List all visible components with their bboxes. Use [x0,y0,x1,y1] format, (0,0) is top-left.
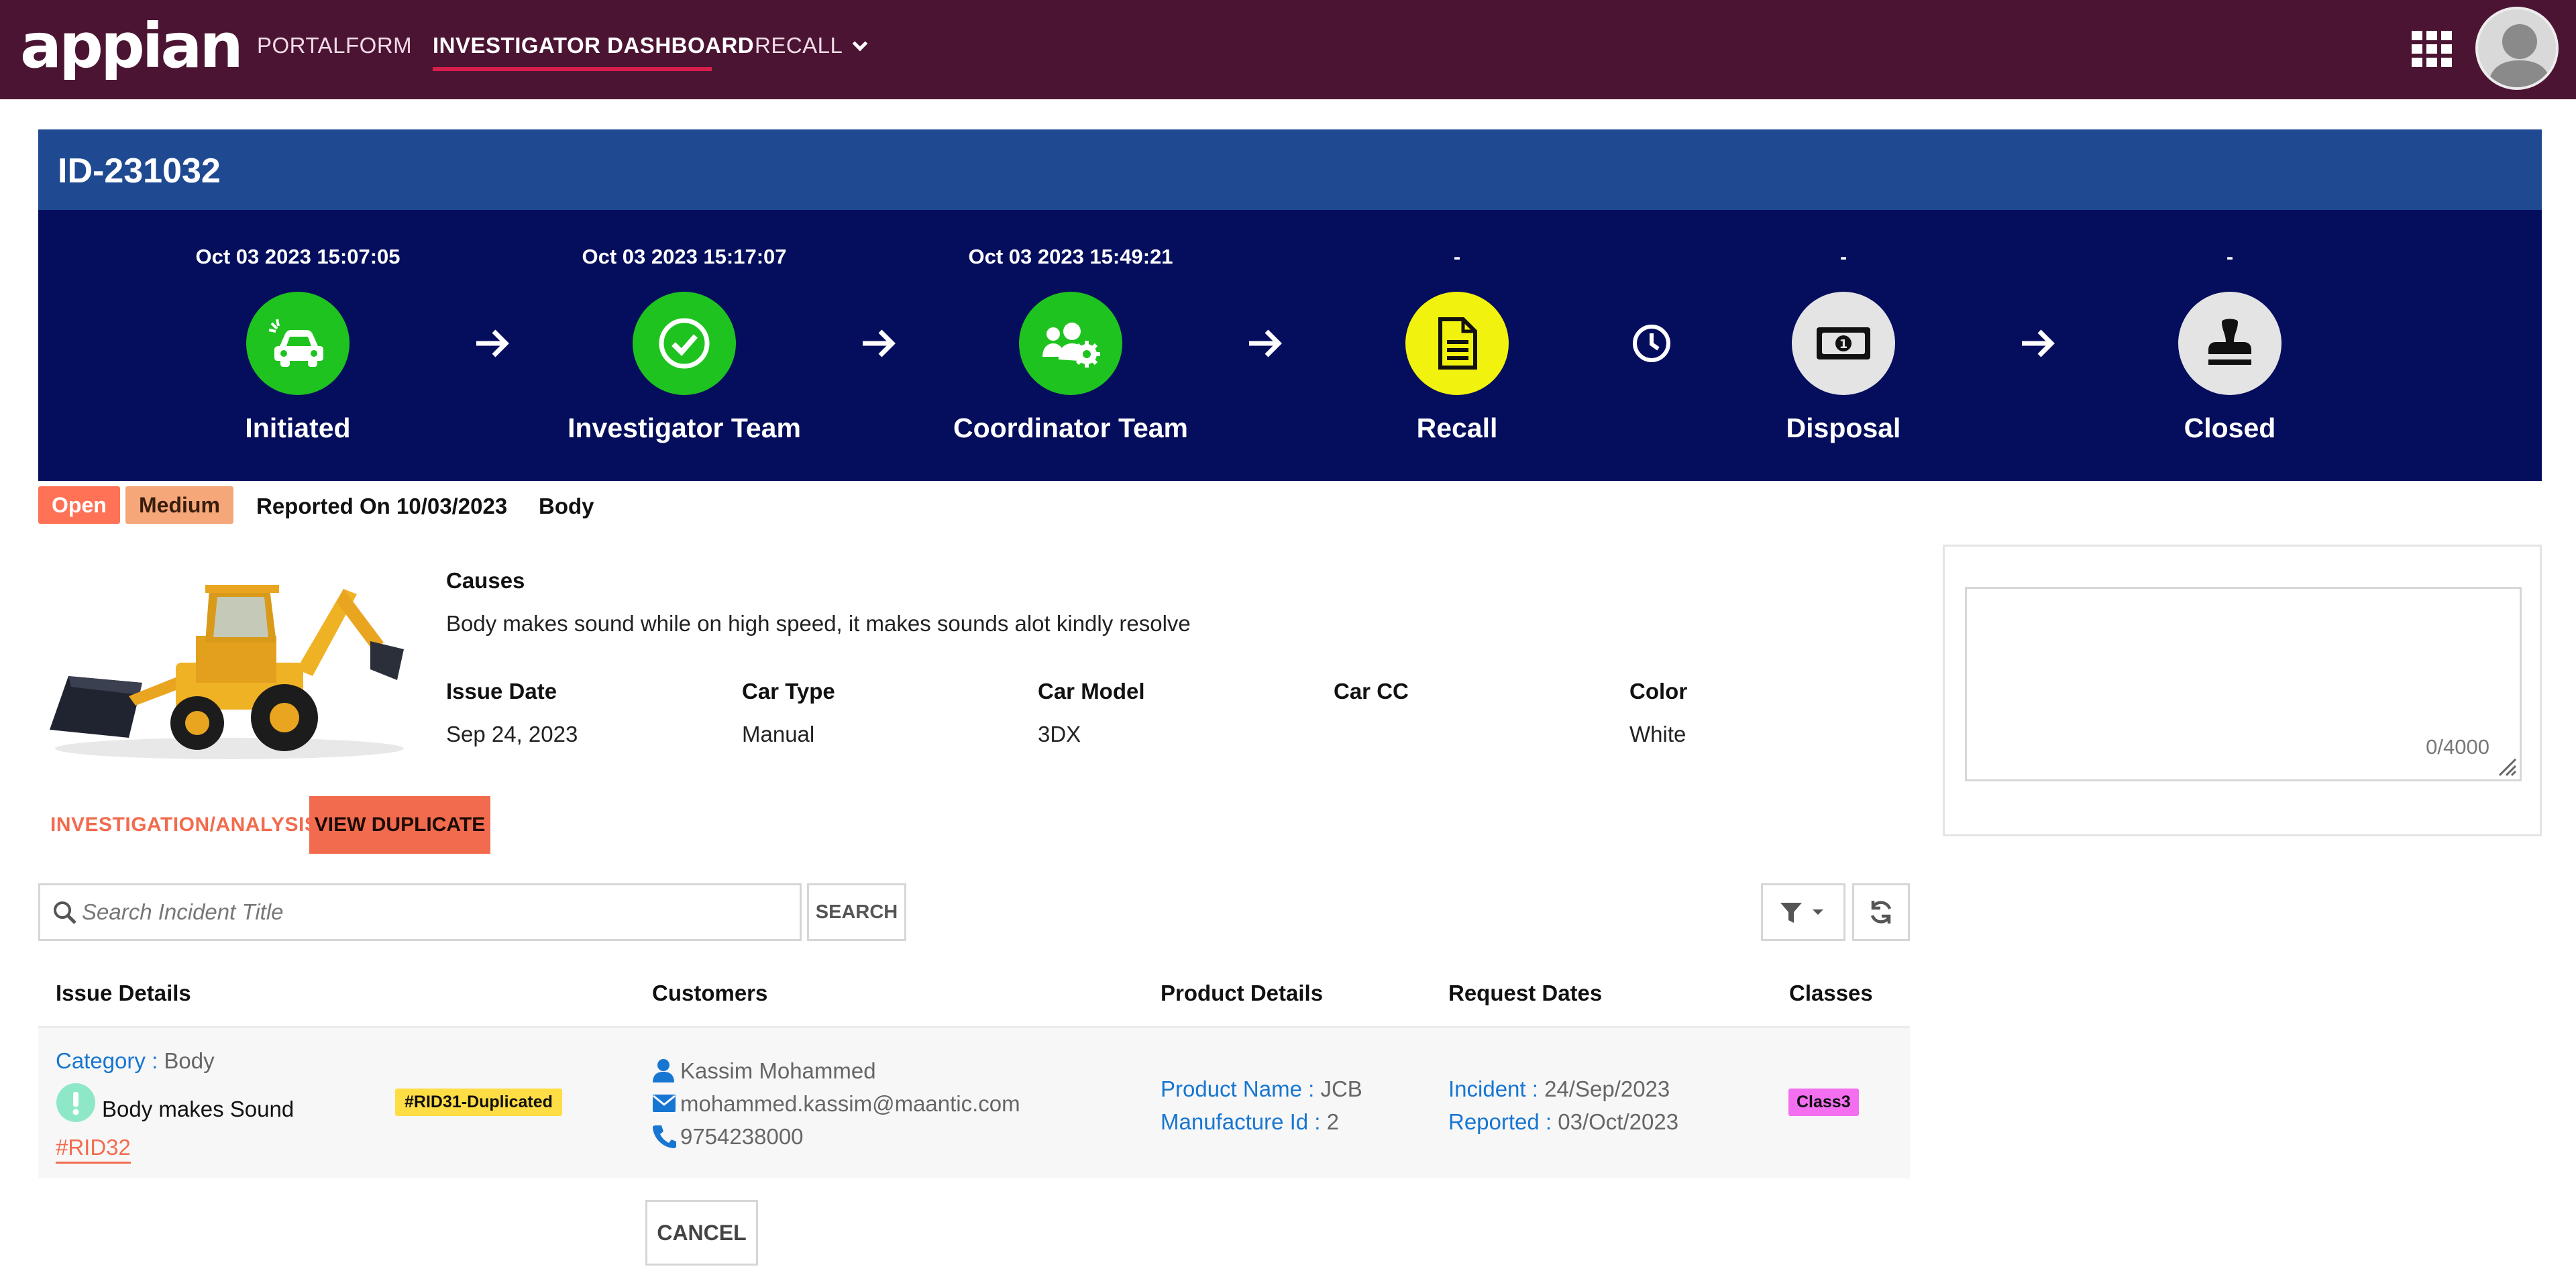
manufacture-id-value: 2 [1326,1109,1339,1134]
step-label: Coordinator Team [953,412,1189,443]
search-field[interactable] [38,883,802,941]
stamp-icon [2178,292,2282,395]
backhoe-loader-image [50,585,404,759]
step-date: - [1453,245,1461,268]
step-date: Oct 03 2023 15:17:07 [582,245,787,268]
car-cc-label: Car CC [1334,679,1409,704]
manufacture-id-label: Manufacture Id : [1161,1109,1321,1134]
document-icon [1405,292,1509,395]
view-duplicate-button[interactable]: VIEW DUPLICATE [309,796,490,854]
issue-date-label: Issue Date [446,679,557,704]
step-date: - [1839,245,1847,268]
reported-date-value: 03/Oct/2023 [1558,1109,1679,1134]
manufacture-id-field: Manufacture Id : 2 [1161,1109,1339,1135]
step-label: Closed [2184,412,2276,443]
incident-date-label: Incident : [1448,1076,1538,1101]
arrow-right-icon [2022,329,2055,357]
step-label: Disposal [1786,412,1901,443]
step-date: - [2226,245,2234,268]
causes-value: Body makes sound while on high speed, it… [446,611,1191,636]
step-date: Oct 03 2023 15:49:21 [968,245,1173,268]
svg-text:1: 1 [1839,337,1848,351]
reported-date: Reported On 10/03/2023 [256,494,508,518]
check-circle-icon [633,292,736,395]
incident-date-field: Incident : 24/Sep/2023 [1448,1076,1670,1102]
active-nav-indicator [433,67,712,71]
color-label: Color [1629,679,1688,704]
cancel-button[interactable]: CANCEL [645,1200,758,1266]
arrow-right-icon [476,329,509,357]
column-header-customers[interactable]: Customers [652,981,767,1006]
record-id: ID-231032 [58,152,221,190]
refresh-button[interactable] [1852,883,1910,941]
clock-icon [1633,325,1670,362]
step-date: Oct 03 2023 15:07:05 [195,245,400,268]
category-text: Body [539,494,594,518]
step-label: Investigator Team [568,412,801,443]
car-model-value: 3DX [1038,722,1081,746]
category-field-label: Category : [56,1048,158,1073]
duplicate-tag: #RID31-Duplicated [395,1089,562,1116]
search-icon [54,901,76,924]
customer-email: mohammed.kassim@maantic.com [680,1091,1020,1116]
money-icon: 1 [1792,292,1895,395]
car-type-value: Manual [742,722,815,746]
search-button[interactable]: SEARCH [807,883,906,941]
comment-textarea[interactable]: 0/4000 [1965,587,2522,781]
causes-label: Causes [446,568,525,593]
user-icon [653,1059,674,1082]
nav-recall-label: RECALL [755,33,843,58]
category-field-value: Body [164,1048,215,1073]
search-input[interactable] [82,895,793,930]
column-header-issue-details[interactable]: Issue Details [56,981,191,1006]
user-avatar[interactable] [2475,7,2559,90]
step-label: Initiated [245,412,351,443]
product-name-label: Product Name : [1161,1076,1315,1101]
customer-phone: 9754238000 [680,1124,804,1149]
column-header-product-details[interactable]: Product Details [1161,981,1323,1006]
filter-button[interactable] [1761,883,1845,941]
phone-icon [653,1125,676,1148]
comment-card: 0/4000 [1943,545,2542,836]
column-header-request-dates[interactable]: Request Dates [1448,981,1602,1006]
incident-date-value: 24/Sep/2023 [1544,1076,1670,1101]
refresh-icon [1870,901,1892,924]
nav-investigator-dashboard[interactable]: INVESTIGATOR DASHBOARD [433,31,754,60]
issue-date-value: Sep 24, 2023 [446,722,578,746]
customer-name: Kassim Mohammed [680,1058,876,1083]
car-crash-icon [246,292,350,395]
record-header: ID-231032 [38,129,2542,210]
category-field: Category : Body [56,1048,215,1074]
rid-link[interactable]: #RID32 [56,1135,131,1164]
status-badge: Open [38,486,120,524]
app-grid-icon[interactable] [2412,31,2452,67]
top-navigation-bar: appian PORTALFORM INVESTIGATOR DASHBOARD… [0,0,2576,99]
reported-date-label: Reported : [1448,1109,1552,1134]
car-type-label: Car Type [742,679,835,704]
tab-investigation-analysis[interactable]: INVESTIGATION/ANALYSIS [50,814,318,836]
character-counter: 0/4000 [2426,735,2489,759]
resize-handle-icon[interactable] [2494,754,2517,777]
arrow-right-icon [863,329,896,357]
filter-icon [1780,903,1823,923]
product-name-field: Product Name : JCB [1161,1076,1362,1102]
alert-icon [56,1083,95,1122]
users-gear-icon [1019,292,1122,395]
envelope-icon [653,1095,676,1112]
arrow-right-icon [1249,329,1282,357]
appian-logo[interactable]: appian [20,9,244,83]
column-header-classes[interactable]: Classes [1789,981,1873,1006]
color-value: White [1629,722,1686,746]
nav-portalform[interactable]: PORTALFORM [257,31,412,60]
workflow-timeline: Oct 03 2023 15:07:05 Initiated Oct 03 20… [38,210,2542,481]
reported-date-field: Reported : 03/Oct/2023 [1448,1109,1678,1135]
priority-badge: Medium [125,486,233,524]
issue-title: Body makes Sound [102,1097,294,1121]
chevron-down-icon [853,36,868,52]
class-tag: Class3 [1788,1089,1859,1116]
step-label: Recall [1416,412,1498,443]
product-name-value: JCB [1320,1076,1362,1101]
car-model-label: Car Model [1038,679,1145,704]
nav-recall[interactable]: RECALL [755,31,868,60]
